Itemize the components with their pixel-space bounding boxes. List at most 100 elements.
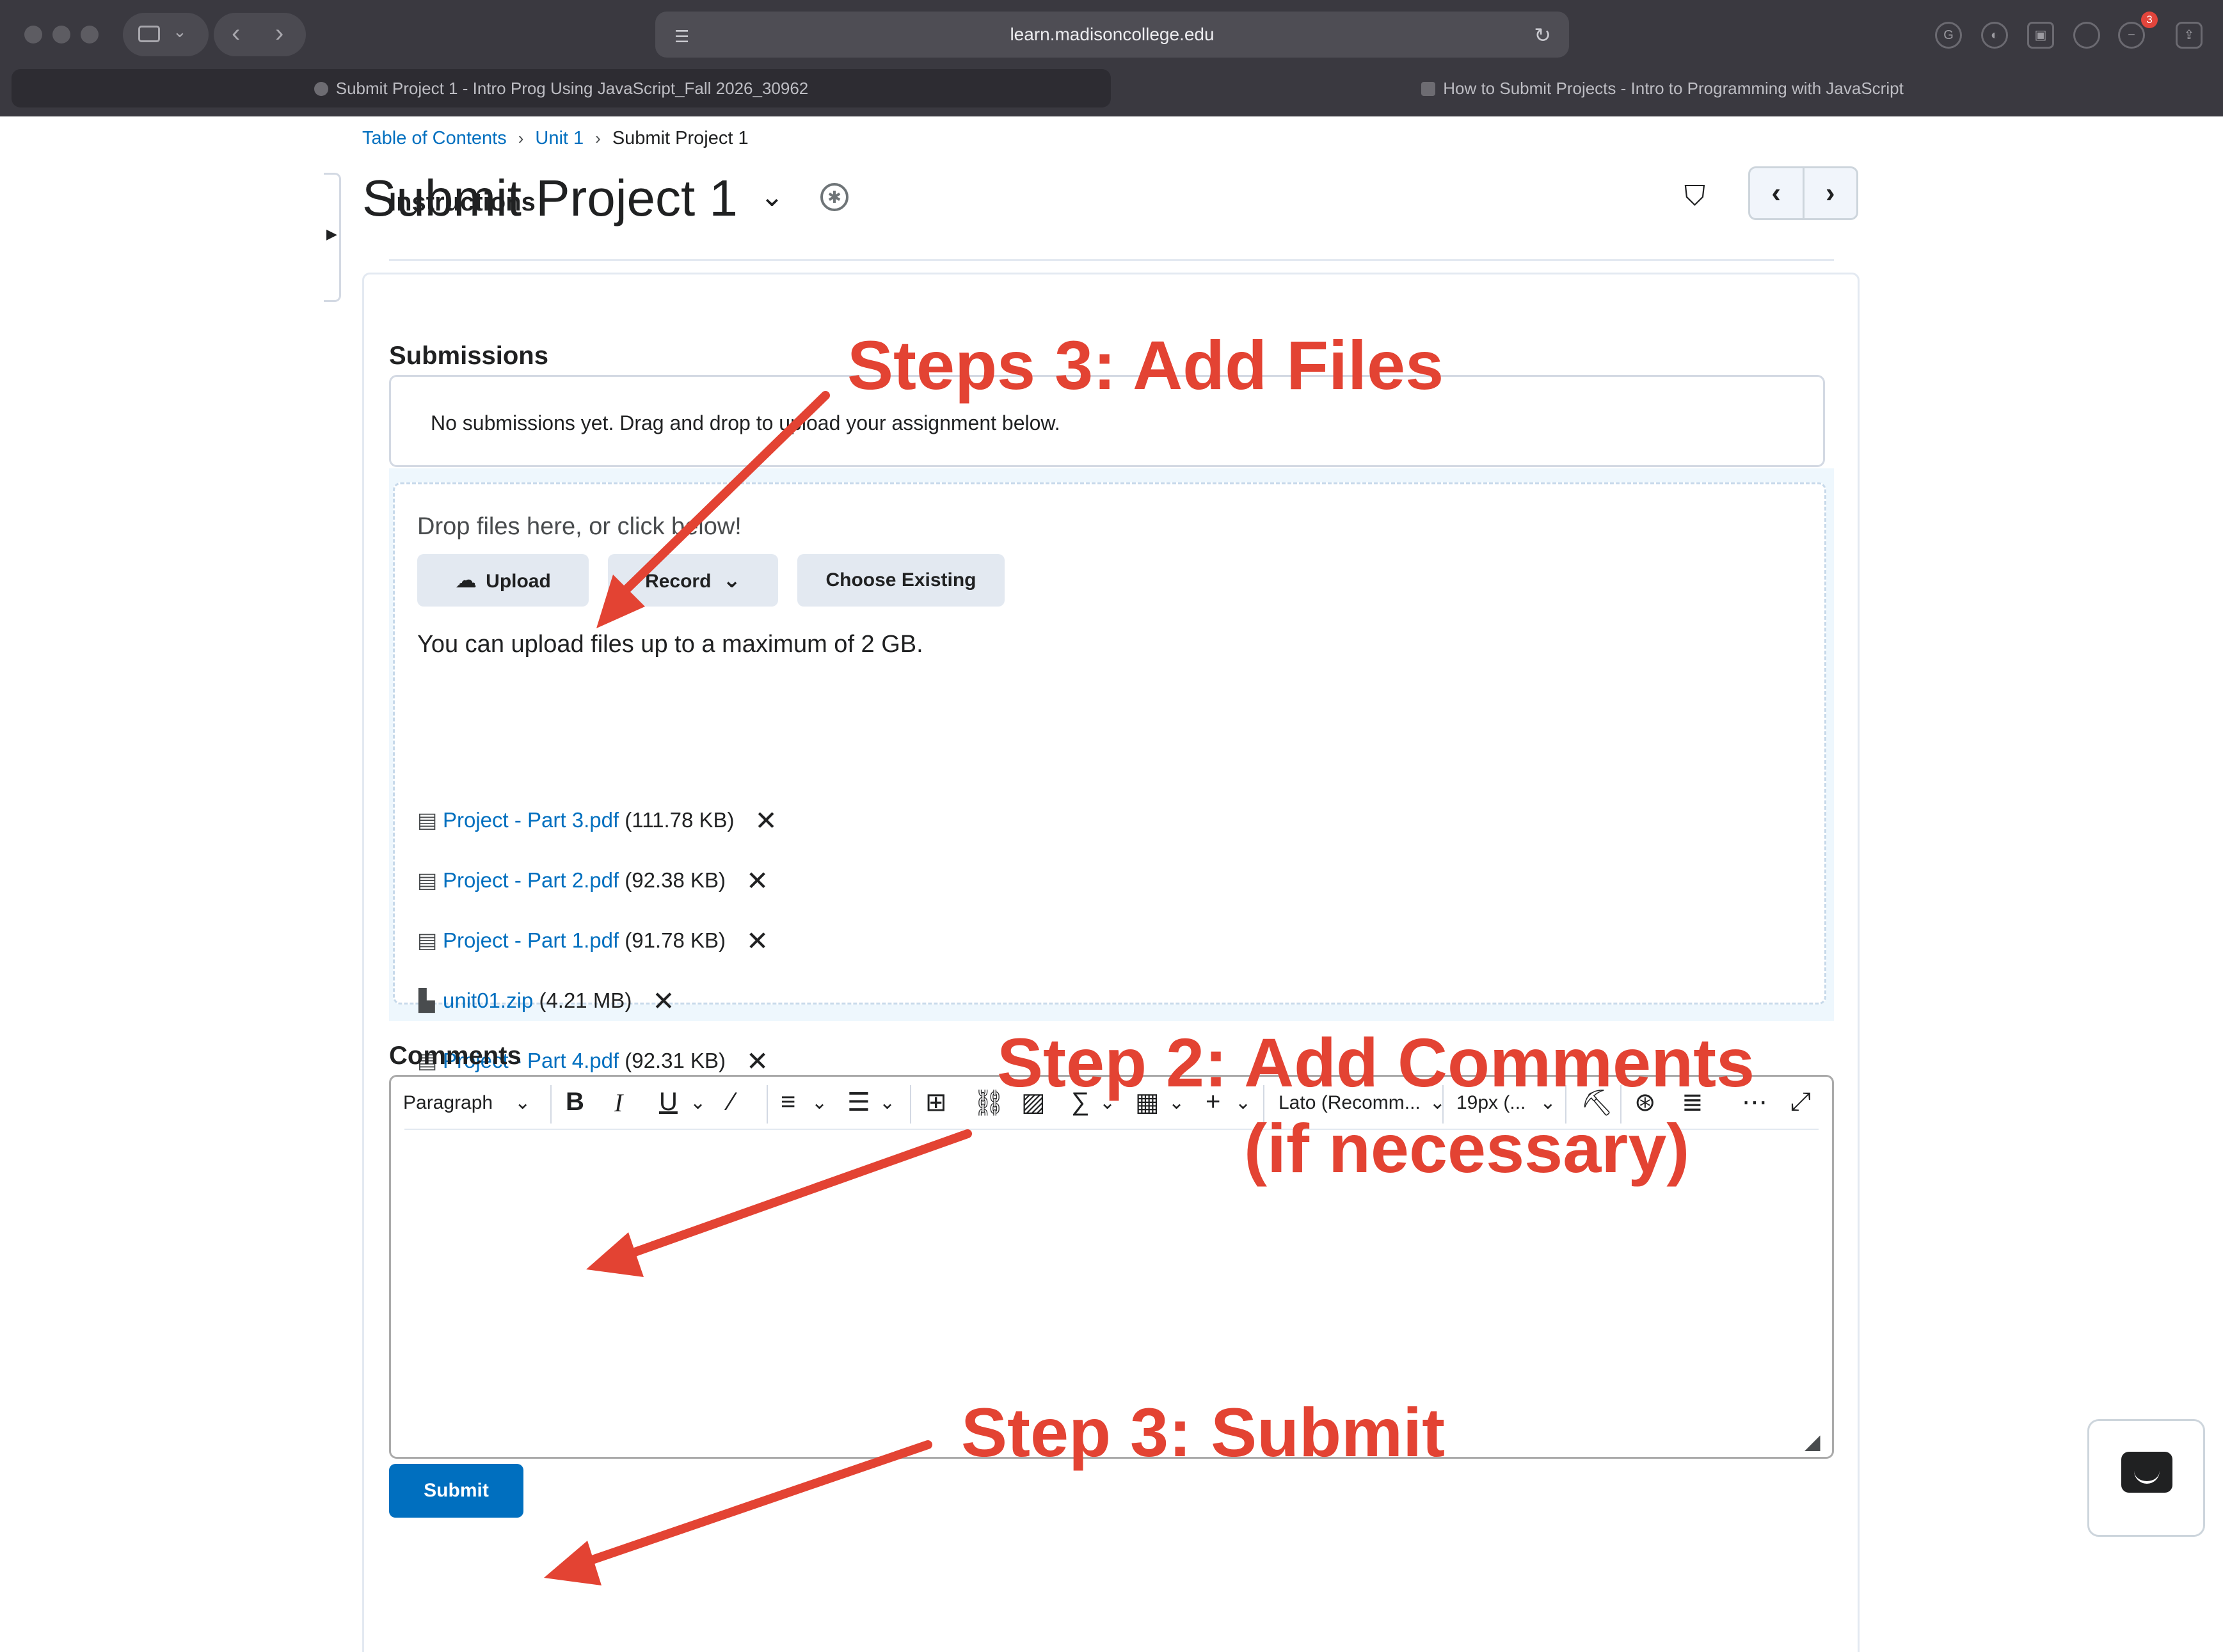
caret-right-icon: ▶ [326,226,337,242]
submit-button[interactable]: Submit [389,1464,523,1518]
toolbar-divider [550,1085,552,1124]
chevron-down-icon[interactable]: ⌄ [811,1092,827,1114]
chevron-down-icon: ⌄ [722,568,741,592]
max-size-message: You can upload files up to a maximum of … [417,631,923,658]
italic-icon[interactable]: I [614,1088,623,1118]
address-bar[interactable]: ☰ learn.madisoncollege.edu ↻ [655,12,1569,58]
share-icon[interactable]: ⇪ [2176,22,2203,49]
annotation-submit: Step 3: Submit [961,1394,1446,1471]
history-nav: ‹ › [214,13,306,56]
next-topic-button[interactable]: › [1805,168,1857,218]
tab-submit-project[interactable]: Submit Project 1 - Intro Prog Using Java… [12,69,1111,107]
previous-topic-button[interactable]: ‹ [1750,168,1805,218]
bookmark-icon[interactable]: ⛉ [1684,180,1705,212]
breadcrumb: Table of Contents › Unit 1 › Submit Project … [362,128,749,149]
file-link[interactable]: Project - Part 2.pdf [443,868,619,892]
file-link[interactable]: Project - Part 1.pdf [443,928,619,952]
remove-file-icon[interactable]: ✕ [652,986,674,1016]
forward-button[interactable]: › [275,19,283,48]
choose-existing-button[interactable]: Choose Existing [797,554,1005,607]
breadcrumb-current: Submit Project 1 [612,128,749,148]
fullscreen-icon[interactable]: ⤢ [1790,1088,1811,1116]
align-icon[interactable]: ≡ [781,1088,795,1116]
annotation-add-comments: Step 2: Add Comments [997,1024,1755,1101]
back-button[interactable]: ‹ [232,19,240,48]
list-item: ▤ Project - Part 1.pdf (91.78 KB) ✕ [417,925,769,957]
insert-stuff-icon[interactable]: ⊞ [925,1088,947,1117]
annotation-add-files: Steps 3: Add Files [847,326,1444,404]
close-window-button[interactable] [24,26,42,44]
toolbar-divider [767,1085,768,1124]
chat-icon [2121,1452,2172,1493]
extension-icon[interactable]: ◐ [1981,22,2008,49]
list-icon[interactable]: ☰ [847,1088,870,1117]
site-favicon-icon [314,82,328,96]
comments-heading: Comments [389,1042,522,1070]
browser-chrome: ⌄ ‹ › ☰ learn.madisoncollege.edu ↻ G ◐ ▣… [0,0,2223,116]
file-link[interactable]: Project - Part 3.pdf [443,808,619,832]
title-menu-chevron-icon[interactable]: ⌄ [760,180,784,213]
tab-how-to-submit[interactable]: How to Submit Projects - Intro to Progra… [1113,69,2211,107]
tab-label: How to Submit Projects - Intro to Progra… [1443,79,1904,98]
topic-navigation: ‹ › [1748,166,1858,220]
annotation-if-necessary: (if necessary) [1244,1109,1690,1187]
strikethrough-icon[interactable]: ⁄ [729,1088,734,1116]
tab-label: Submit Project 1 - Intro Prog Using Java… [335,79,809,98]
upload-label: Upload [486,571,551,592]
divider [389,259,1834,261]
sidebar-toggle-button[interactable]: ⌄ [123,13,209,56]
document-icon: ▤ [417,808,438,832]
resize-handle-icon[interactable]: ◢ [1805,1429,1821,1454]
document-icon: ▤ [417,928,438,952]
chevron-down-icon[interactable]: ⌄ [690,1092,706,1114]
reader-extension-icon[interactable]: ▣ [2027,22,2054,49]
remove-file-icon[interactable]: ✕ [746,866,769,896]
breadcrumb-separator-icon: › [518,129,524,148]
blocker-extension-icon[interactable]: − [2118,22,2145,49]
address-url: learn.madisoncollege.edu [1010,24,1215,44]
chevron-down-icon: ⌄ [514,1092,531,1113]
file-link[interactable]: unit01.zip [443,989,533,1012]
zoom-window-button[interactable] [81,26,99,44]
record-button[interactable]: Record ⌄ [608,554,778,607]
zip-archive-icon: ▙ [418,989,435,1012]
file-size: (92.38 KB) [625,868,726,892]
breadcrumb-table-of-contents[interactable]: Table of Contents [362,128,507,148]
sidebar-icon [138,26,160,42]
remove-file-icon[interactable]: ✕ [746,926,769,956]
list-item: ▤ Project - Part 3.pdf (111.78 KB) ✕ [417,805,777,836]
drop-files-message: Drop files here, or click below! [417,513,742,540]
document-icon: ▤ [417,868,438,892]
record-label: Record [645,571,712,592]
bold-icon[interactable]: B [566,1088,584,1116]
loading-extension-icon[interactable] [2073,22,2100,49]
list-item: ▙ unit01.zip (4.21 MB) ✕ [417,985,674,1017]
cloud-upload-icon: ☁ [455,568,477,592]
remove-file-icon[interactable]: ✕ [746,1046,769,1076]
chevron-down-icon[interactable]: ⌄ [879,1092,895,1114]
file-size: (92.31 KB) [625,1049,726,1072]
instructions-heading: Instructions [389,188,536,216]
toolbar-divider [910,1085,911,1124]
grammarly-extension-icon[interactable]: G [1935,22,1962,49]
minimize-window-button[interactable] [52,26,70,44]
breadcrumb-unit-1[interactable]: Unit 1 [535,128,584,148]
reload-icon[interactable]: ↻ [1534,23,1551,47]
breadcrumb-separator-icon: › [595,129,601,148]
chat-widget-button[interactable] [2087,1419,2205,1537]
upload-button[interactable]: ☁ Upload [417,554,589,607]
list-item: ▤ Project - Part 2.pdf (92.38 KB) ✕ [417,865,769,896]
site-favicon-icon [1421,82,1436,96]
remove-file-icon[interactable]: ✕ [755,806,777,836]
file-size: (111.78 KB) [625,808,735,832]
notification-badge: 3 [2141,12,2158,28]
file-size: (4.21 MB) [539,989,632,1012]
underline-icon[interactable]: U [659,1088,678,1116]
sidebar-expand-toggle[interactable]: ▶ [324,173,341,302]
chevron-down-icon: ⌄ [173,22,187,41]
file-size: (91.78 KB) [625,928,726,952]
block-format-select[interactable]: Paragraph ⌄ [403,1092,530,1114]
block-format-label: Paragraph [403,1092,493,1113]
submissions-heading: Submissions [389,342,548,370]
accessibility-icon[interactable]: ✱ [820,183,849,211]
